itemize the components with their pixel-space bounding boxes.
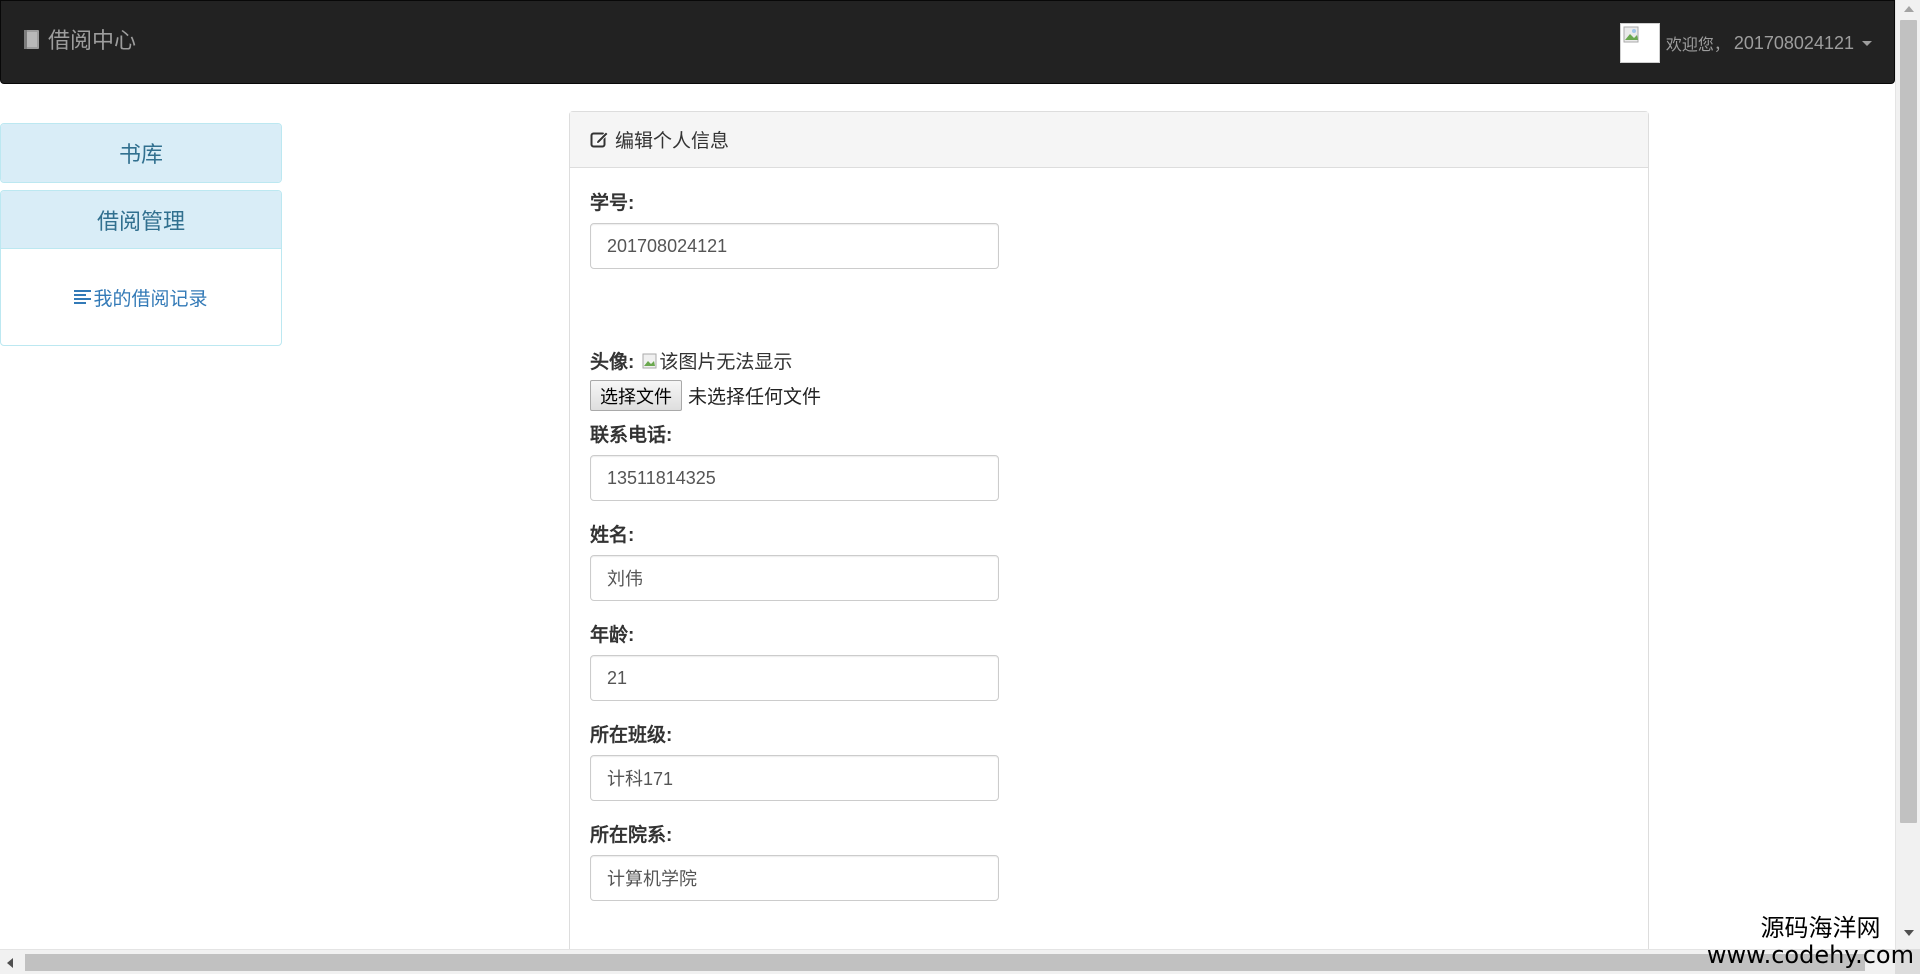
name-input[interactable]	[590, 555, 999, 601]
sidebar-panel-borrow: 借阅管理 我的借阅记录	[0, 190, 282, 346]
watermark: 源码海洋网 www.codehy.com	[1707, 915, 1914, 968]
class-label: 所在班级:	[590, 725, 673, 746]
panel-heading: 编辑个人信息	[570, 112, 1648, 168]
age-label: 年龄:	[590, 625, 635, 646]
student-id-input[interactable]	[590, 223, 999, 269]
vertical-scroll-thumb[interactable]	[1900, 20, 1917, 823]
avatar-field: 头像: 该图片无法显示	[590, 347, 792, 374]
book-icon	[24, 29, 39, 49]
sidebar-link-my-records[interactable]: 我的借阅记录	[74, 284, 208, 311]
avatar	[1619, 23, 1660, 63]
user-menu[interactable]: 欢迎您， 201708024121	[1619, 23, 1872, 63]
horizontal-scrollbar[interactable]	[0, 949, 1895, 974]
choose-file-button[interactable]: 选择文件	[590, 380, 682, 411]
watermark-line2: www.codehy.com	[1706, 940, 1914, 969]
vertical-scrollbar[interactable]	[1895, 0, 1920, 974]
brand-title: 借阅中心	[48, 28, 137, 53]
scroll-up-arrow-icon[interactable]	[1904, 6, 1914, 12]
sidebar-panel-library: 书库	[0, 123, 282, 183]
age-input[interactable]	[590, 655, 999, 701]
welcome-text: 欢迎您，	[1665, 37, 1730, 54]
file-status: 未选择任何文件	[688, 387, 822, 408]
caret-down-icon	[1862, 40, 1872, 46]
panel-title: 编辑个人信息	[615, 131, 730, 152]
avatar-alt-text: 该图片无法显示	[659, 352, 793, 373]
brand[interactable]: 借阅中心	[23, 23, 136, 55]
watermark-line1: 源码海洋网	[1760, 914, 1881, 943]
broken-image-icon	[1623, 26, 1639, 43]
sidebar-submenu: 我的借阅记录	[1, 249, 281, 345]
avatar-preview: 该图片无法显示	[642, 347, 792, 374]
class-input[interactable]	[590, 755, 999, 801]
sidebar: 书库 借阅管理 我的借阅记录	[0, 123, 282, 353]
student-id-label: 学号:	[590, 193, 635, 214]
phone-input[interactable]	[590, 455, 999, 501]
sidebar-item-borrow-management[interactable]: 借阅管理	[1, 191, 281, 249]
phone-label: 联系电话:	[590, 425, 673, 446]
edit-profile-panel: 编辑个人信息 学号: 头像: 该图片无法显示 选择文件 未选择任何文件 联系电话…	[569, 111, 1649, 974]
list-icon	[74, 290, 92, 304]
department-input[interactable]	[590, 855, 999, 901]
my-records-label: 我的借阅记录	[93, 288, 208, 310]
top-navbar: 借阅中心 欢迎您， 201708024121	[0, 0, 1895, 84]
avatar-label: 头像:	[590, 352, 635, 373]
sidebar-item-library[interactable]: 书库	[1, 124, 281, 182]
scroll-left-arrow-icon[interactable]	[7, 958, 13, 968]
horizontal-scroll-thumb[interactable]	[25, 954, 1865, 971]
department-label: 所在院系:	[590, 825, 673, 846]
username: 201708024121	[1733, 32, 1854, 53]
file-picker: 选择文件 未选择任何文件	[590, 380, 821, 411]
broken-image-icon	[642, 353, 657, 368]
edit-icon	[590, 131, 609, 148]
name-label: 姓名:	[590, 525, 635, 546]
